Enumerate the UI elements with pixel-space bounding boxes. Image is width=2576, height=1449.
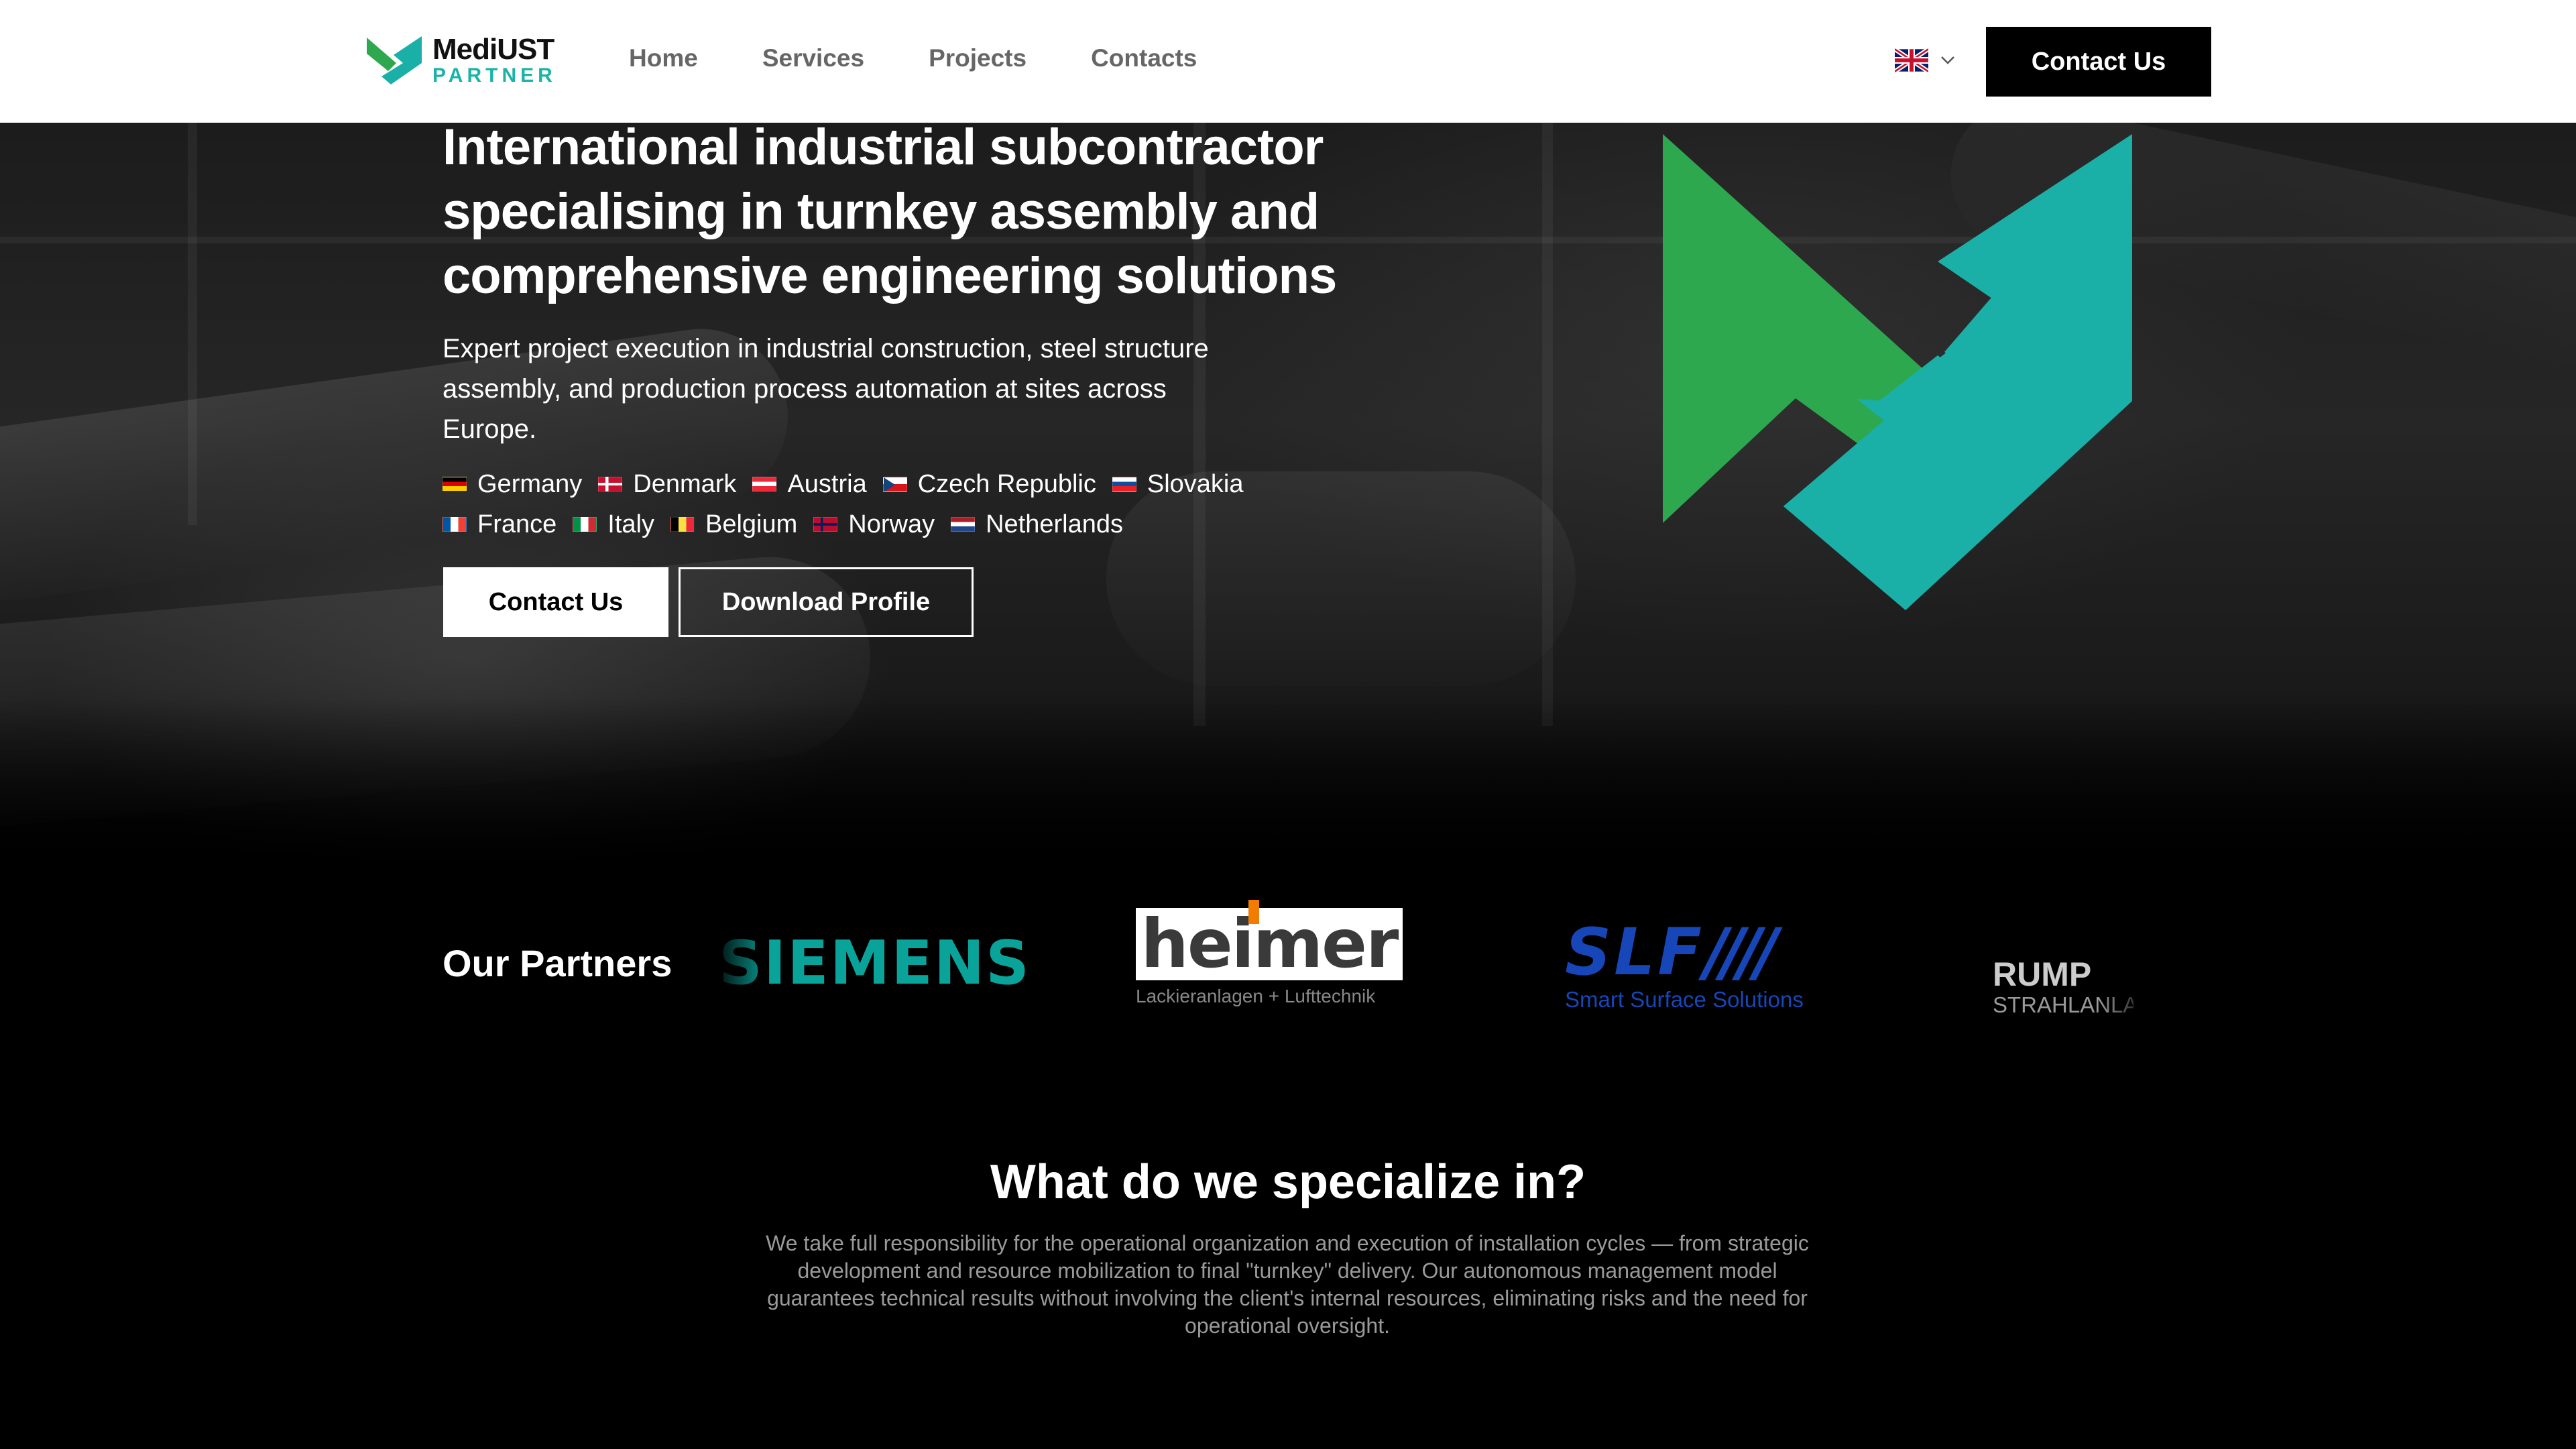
country-name: France [477,510,557,538]
france-flag-icon [443,517,467,532]
nav-contacts[interactable]: Contacts [1091,44,1197,72]
nav-services[interactable]: Services [762,44,864,72]
country-item: Germany [443,464,582,504]
logo-subtitle: PARTNER [432,64,557,86]
country-item: Czech Republic [882,464,1096,504]
partners-title: Our Partners [443,942,672,984]
download-profile-button[interactable]: Download Profile [679,567,974,637]
header-contact-button[interactable]: Contact Us [1986,27,2211,97]
mediust-logo-icon [367,36,422,84]
slovakia-flag-icon [1112,477,1136,491]
main-nav: Home Services Projects Contacts [629,44,1261,72]
partner-logo-slf: SLF//// Smart Surface Solutions [1565,920,1804,1012]
specialize-title: What do we specialize in? [990,1155,1586,1209]
logo-name: MediUST [432,33,554,66]
country-name: Germany [477,469,583,498]
hero-description: Expert project execution in industrial c… [443,334,1209,444]
country-item: Austria [752,464,867,504]
nav-projects[interactable]: Projects [929,44,1027,72]
partner-logo-heimer: heimer Lackieranlagen + Lufttechnik [1136,900,1403,1015]
country-name: Netherlands [986,510,1123,538]
chevron-down-icon [1941,56,1954,64]
country-name: Austria [787,469,867,498]
site-header: MediUST PARTNER Home Services Projects C… [0,0,2576,123]
netherlands-flag-icon [951,517,976,532]
austria-flag-icon [752,477,777,491]
bg-beam [188,123,197,525]
country-item: France [443,504,557,544]
site-logo[interactable]: MediUST PARTNER [364,34,557,87]
italy-flag-icon [573,517,597,532]
partner-name: SLF [1565,915,1704,990]
czech-flag-icon [882,477,907,491]
slf-stripes-icon: //// [1704,915,1778,990]
country-name: Czech Republic [917,469,1096,498]
partner-tagline: Smart Surface Solutions [1565,987,1804,1012]
country-item: Denmark [598,464,736,504]
mediust-brand-mark-icon [1663,134,2132,610]
specialize-text: We take full responsibility for the oper… [766,1231,1809,1338]
denmark-flag-icon [598,477,623,491]
country-item: Netherlands [951,504,1123,544]
country-item: Italy [573,504,654,544]
belgium-flag-icon [670,517,695,532]
partner-tagline: Lackieranlagen + Lufttechnik [1136,986,1376,1006]
nav-home[interactable]: Home [629,44,698,72]
country-item: Norway [813,504,935,544]
country-list: Germany Denmark Austria Czech Republic S… [443,464,1314,544]
country-item: Belgium [670,504,797,544]
norway-flag-icon [813,517,838,532]
country-item: Slovakia [1112,464,1244,504]
partner-name: heimer [1140,905,1399,983]
country-name: Denmark [633,469,737,498]
hero-contact-button[interactable]: Contact Us [443,567,668,637]
country-name: Italy [607,510,654,538]
hero-title: International industrial subcontractor s… [443,119,1337,304]
country-name: Belgium [705,510,798,538]
language-selector[interactable] [1895,48,1955,72]
bg-beam [1542,123,1553,726]
country-name: Norway [848,510,935,538]
country-name: Slovakia [1147,469,1244,498]
germany-flag-icon [443,477,467,491]
uk-flag-icon [1895,48,1928,72]
